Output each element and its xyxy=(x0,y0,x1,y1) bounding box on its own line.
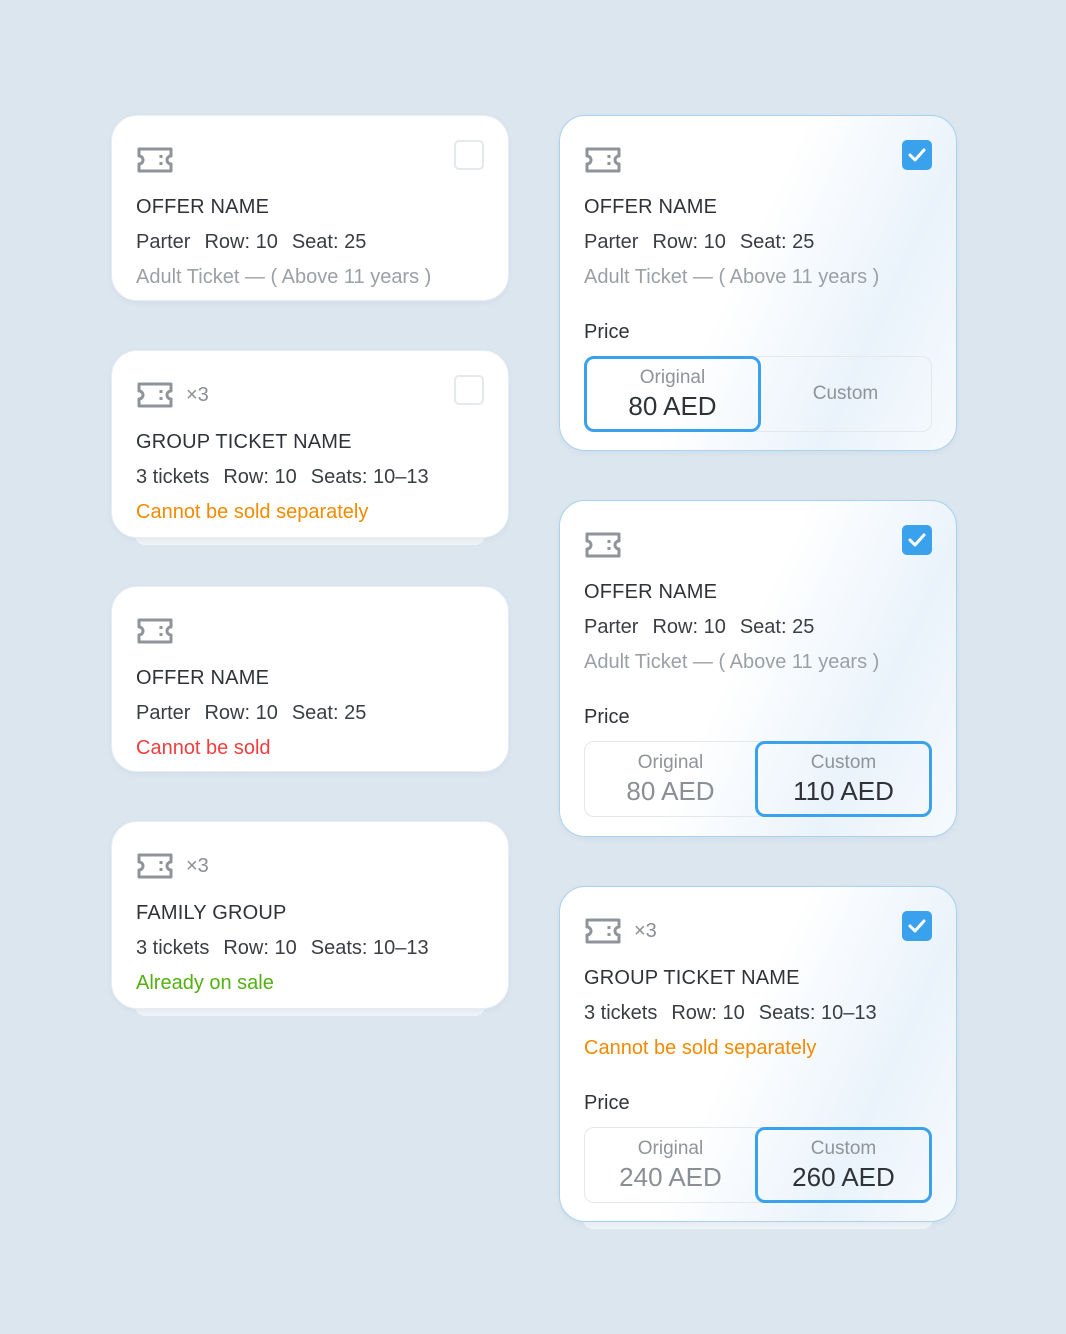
row-label: Row: 10 xyxy=(204,231,278,253)
seat-label: Seats: 10–13 xyxy=(310,937,429,959)
seat-label: Seats: 10–13 xyxy=(310,466,429,488)
original-price-option[interactable]: Original 240 AED xyxy=(585,1128,756,1202)
original-value: 80 AED xyxy=(626,775,715,806)
ticket-count: ×3 xyxy=(186,383,209,406)
offer-title: GROUP TICKET NAME xyxy=(584,967,800,989)
seat-label: Seat: 25 xyxy=(291,702,367,724)
offer-title: FAMILY GROUP xyxy=(136,902,287,924)
seat-details: 3 tickets Row: 10 Seats: 10–13 xyxy=(136,466,484,489)
ticket-icon xyxy=(585,147,621,173)
checkmark-icon xyxy=(908,148,926,162)
ticket-type-note: Adult Ticket — ( Above 11 years ) xyxy=(136,266,432,288)
select-checkbox[interactable] xyxy=(902,140,932,170)
custom-label: Custom xyxy=(812,383,879,404)
row-label: Row: 10 xyxy=(223,466,297,488)
section-label: 3 tickets xyxy=(136,937,210,959)
offer-card[interactable]: OFFER NAME Parter Row: 10 Seat: 25 Adult T… xyxy=(111,115,509,301)
row-label: Row: 10 xyxy=(671,1002,745,1024)
select-checkbox[interactable] xyxy=(902,911,932,941)
status-note: Cannot be sold separately xyxy=(584,1037,817,1059)
custom-price-option[interactable]: Custom 260 AED xyxy=(755,1127,932,1203)
offer-card-selected[interactable]: OFFER NAME Parter Row: 10 Seat: 25 Adult T… xyxy=(559,500,957,837)
offer-title: OFFER NAME xyxy=(136,196,270,218)
ticket-icon xyxy=(137,382,173,408)
seat-details: Parter Row: 10 Seat: 25 xyxy=(584,231,932,254)
ticket-icon xyxy=(137,618,173,644)
offer-card-selected[interactable]: OFFER NAME Parter Row: 10 Seat: 25 Adult T… xyxy=(559,115,957,451)
seat-label: Seats: 10–13 xyxy=(758,1002,877,1024)
row-label: Row: 10 xyxy=(204,702,278,724)
section-label: Parter xyxy=(136,231,191,253)
original-label: Original xyxy=(637,751,704,773)
price-label: Price xyxy=(584,1092,630,1114)
status-note: Cannot be sold separately xyxy=(136,501,369,523)
custom-label: Custom xyxy=(810,751,877,773)
section-label: Parter xyxy=(584,616,639,638)
select-checkbox[interactable] xyxy=(454,140,484,170)
price-label: Price xyxy=(584,321,630,343)
checkmark-icon xyxy=(908,533,926,547)
custom-value: 110 AED xyxy=(793,775,894,806)
original-label: Original xyxy=(639,366,706,388)
ticket-type-note: Adult Ticket — ( Above 11 years ) xyxy=(584,651,880,673)
row-label: Row: 10 xyxy=(652,616,726,638)
offer-title: OFFER NAME xyxy=(136,667,270,689)
group-offer-card-selected[interactable]: ×3 GROUP TICKET NAME 3 tickets Row: 10 Sea… xyxy=(559,886,957,1222)
select-checkbox[interactable] xyxy=(902,525,932,555)
offer-title: OFFER NAME xyxy=(584,196,718,218)
price-selector: Original 80 AED Custom xyxy=(584,356,932,432)
status-note: Already on sale xyxy=(136,972,274,994)
ticket-type-note: Adult Ticket — ( Above 11 years ) xyxy=(584,266,880,288)
seat-label: Seat: 25 xyxy=(739,231,815,253)
custom-price-option[interactable]: Custom xyxy=(760,357,931,431)
original-price-option[interactable]: Original 80 AED xyxy=(585,742,756,816)
select-checkbox[interactable] xyxy=(454,375,484,405)
custom-value: 260 AED xyxy=(792,1161,895,1192)
original-label: Original xyxy=(637,1137,704,1159)
row-label: Row: 10 xyxy=(652,231,726,253)
custom-price-option[interactable]: Custom 110 AED xyxy=(755,741,932,817)
seat-label: Seat: 25 xyxy=(291,231,367,253)
section-label: Parter xyxy=(136,702,191,724)
original-price-option[interactable]: Original 80 AED xyxy=(584,356,761,432)
original-value: 80 AED xyxy=(628,390,717,421)
group-offer-card[interactable]: ×3 GROUP TICKET NAME 3 tickets Row: 10 Sea… xyxy=(111,350,509,538)
seat-details: 3 tickets Row: 10 Seats: 10–13 xyxy=(136,937,484,960)
offer-card: OFFER NAME Parter Row: 10 Seat: 25 Cannot … xyxy=(111,586,509,772)
section-label: Parter xyxy=(584,231,639,253)
custom-label: Custom xyxy=(810,1137,877,1159)
ticket-icon xyxy=(137,147,173,173)
seat-details: Parter Row: 10 Seat: 25 xyxy=(584,616,932,639)
row-label: Row: 10 xyxy=(223,937,297,959)
price-selector: Original 240 AED Custom 260 AED xyxy=(584,1127,932,1203)
ticket-icon xyxy=(585,918,621,944)
status-note: Cannot be sold xyxy=(136,737,271,759)
original-value: 240 AED xyxy=(619,1161,722,1192)
seat-details: Parter Row: 10 Seat: 25 xyxy=(136,702,484,725)
section-label: 3 tickets xyxy=(584,1002,658,1024)
seat-details: 3 tickets Row: 10 Seats: 10–13 xyxy=(584,1002,932,1025)
seat-details: Parter Row: 10 Seat: 25 xyxy=(136,231,484,254)
seat-label: Seat: 25 xyxy=(739,616,815,638)
price-selector: Original 80 AED Custom 110 AED xyxy=(584,741,932,817)
group-offer-card: ×3 FAMILY GROUP 3 tickets Row: 10 Seats: 1… xyxy=(111,821,509,1009)
checkmark-icon xyxy=(908,919,926,933)
ticket-count: ×3 xyxy=(634,919,657,942)
section-label: 3 tickets xyxy=(136,466,210,488)
offer-title: GROUP TICKET NAME xyxy=(136,431,352,453)
ticket-icon xyxy=(137,853,173,879)
offer-title: OFFER NAME xyxy=(584,581,718,603)
price-label: Price xyxy=(584,706,630,728)
ticket-count: ×3 xyxy=(186,854,209,877)
ticket-icon xyxy=(585,532,621,558)
